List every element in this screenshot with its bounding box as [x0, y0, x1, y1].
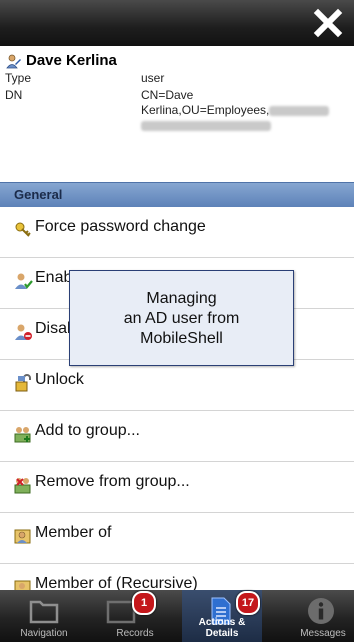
actions-badge: 17 [236, 591, 260, 615]
group-remove-icon [14, 478, 31, 494]
records-badge: 1 [132, 591, 156, 615]
bottom-tab-bar: Navigation 1 Records 17 Actions & Detail… [0, 590, 354, 642]
tab-records[interactable]: 1 Records [88, 590, 182, 642]
tooltip-callout: Managing an AD user from MobileShell [69, 270, 294, 366]
action-remove-from-group[interactable]: Remove from group... [0, 462, 354, 513]
action-label: Member of [35, 524, 112, 541]
tab-actions-details[interactable]: 17 Actions & Details [182, 590, 262, 642]
user-edit-icon [6, 54, 21, 68]
close-x-icon [313, 8, 343, 38]
dn-value-line2-row: Kerlina,OU=Employees, [141, 103, 330, 118]
redacted-text [269, 105, 330, 116]
group-add-icon [14, 427, 31, 443]
user-name: Dave Kerlina [26, 52, 117, 69]
tab-label: Navigation [20, 628, 68, 639]
close-button[interactable] [312, 7, 344, 39]
redacted-text [141, 120, 271, 131]
action-label: Remove from group... [35, 473, 190, 490]
group-icon [14, 529, 31, 544]
dn-value-line1: CN=Dave [141, 88, 194, 102]
dn-value-line3-row [141, 118, 329, 133]
tab-label: Actions & Details [198, 617, 246, 639]
user-disable-icon [15, 324, 32, 340]
action-list: Force password change Enable Disable Unl… [0, 207, 354, 615]
action-add-to-group[interactable]: Add to group... [0, 411, 354, 462]
section-header-general: General [0, 182, 354, 207]
user-check-icon [15, 273, 33, 289]
info-icon [308, 598, 334, 624]
top-bar [0, 0, 354, 46]
action-label: Unlock [35, 371, 84, 388]
tooltip-text: Managing an AD user from MobileShell [123, 290, 240, 347]
dn-label: DN [5, 88, 23, 102]
user-name-row: Dave Kerlina [5, 52, 117, 69]
section-title: General [14, 187, 63, 202]
folder-icon [29, 600, 59, 624]
tab-label: Messages [300, 628, 346, 639]
tab-label: Records [116, 628, 154, 639]
action-member-of[interactable]: Member of [0, 513, 354, 564]
action-label: Force password change [35, 218, 206, 235]
action-force-password-change[interactable]: Force password change [0, 207, 354, 258]
type-value: user [141, 71, 165, 85]
action-unlock[interactable]: Unlock [0, 360, 354, 411]
action-label: Add to group... [35, 422, 140, 439]
dn-value: CN=Dave Kerlina,OU=Employees, [141, 88, 330, 133]
type-label: Type [5, 71, 32, 85]
key-icon [15, 222, 31, 237]
dn-value-line2: Kerlina,OU=Employees, [141, 103, 270, 117]
tab-navigation[interactable]: Navigation [0, 590, 88, 642]
unlock-icon [15, 374, 31, 392]
tab-messages[interactable]: Messages [262, 590, 354, 642]
user-header: Dave Kerlina Type user DN CN=Dave Kerlin… [0, 46, 354, 182]
